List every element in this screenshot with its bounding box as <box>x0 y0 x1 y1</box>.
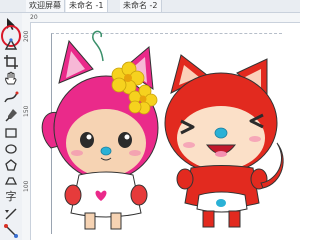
connector-tool[interactable] <box>3 206 19 222</box>
ellipse-tool[interactable] <box>3 141 19 157</box>
crop-tool[interactable] <box>3 54 19 70</box>
ruler-label: 20 <box>30 14 38 21</box>
pink-fox-character[interactable] <box>41 30 159 230</box>
shape-edit-icon <box>4 38 18 50</box>
artistic-media-tool[interactable] <box>3 107 19 123</box>
crop-icon <box>4 55 18 69</box>
tab-untitled-1[interactable]: 未命名 -1 <box>66 0 108 12</box>
horizontal-ruler[interactable]: 20 <box>22 13 300 23</box>
polygon-tool[interactable] <box>3 157 19 173</box>
tab-welcome-screen[interactable]: 欢迎屏幕 <box>26 0 65 12</box>
polygon-icon <box>5 159 17 171</box>
blend-tool[interactable] <box>3 223 19 239</box>
document-tab-strip: 欢迎屏幕 未命名 -1 未命名 -2 <box>0 0 300 13</box>
text-tool[interactable]: 字 <box>3 189 19 205</box>
brush-icon <box>5 109 17 122</box>
ruler-label: 150 <box>23 105 30 117</box>
freehand-tool[interactable] <box>3 89 19 105</box>
basic-shapes-tool[interactable] <box>3 173 19 189</box>
drawing-canvas[interactable] <box>31 23 300 240</box>
toolbox: 字 <box>0 13 23 240</box>
hand-icon <box>5 71 17 85</box>
blend-icon <box>4 224 18 238</box>
tab-untitled-2[interactable]: 未命名 -2 <box>120 0 162 12</box>
basic-shape-icon <box>4 177 18 185</box>
ellipse-icon <box>5 144 17 154</box>
vertical-ruler[interactable]: 200 150 100 <box>22 22 31 240</box>
ruler-label: 100 <box>23 180 30 192</box>
red-fox-character[interactable] <box>164 54 284 228</box>
cartoon-characters-artwork[interactable] <box>31 23 300 240</box>
ruler-label: 200 <box>23 30 30 42</box>
shape-tool[interactable] <box>3 37 19 53</box>
line-connector-icon <box>5 208 17 220</box>
pen-curve-icon <box>4 91 19 103</box>
rectangle-tool[interactable] <box>3 125 19 141</box>
pan-tool[interactable] <box>3 70 19 86</box>
rectangle-icon <box>5 128 17 138</box>
